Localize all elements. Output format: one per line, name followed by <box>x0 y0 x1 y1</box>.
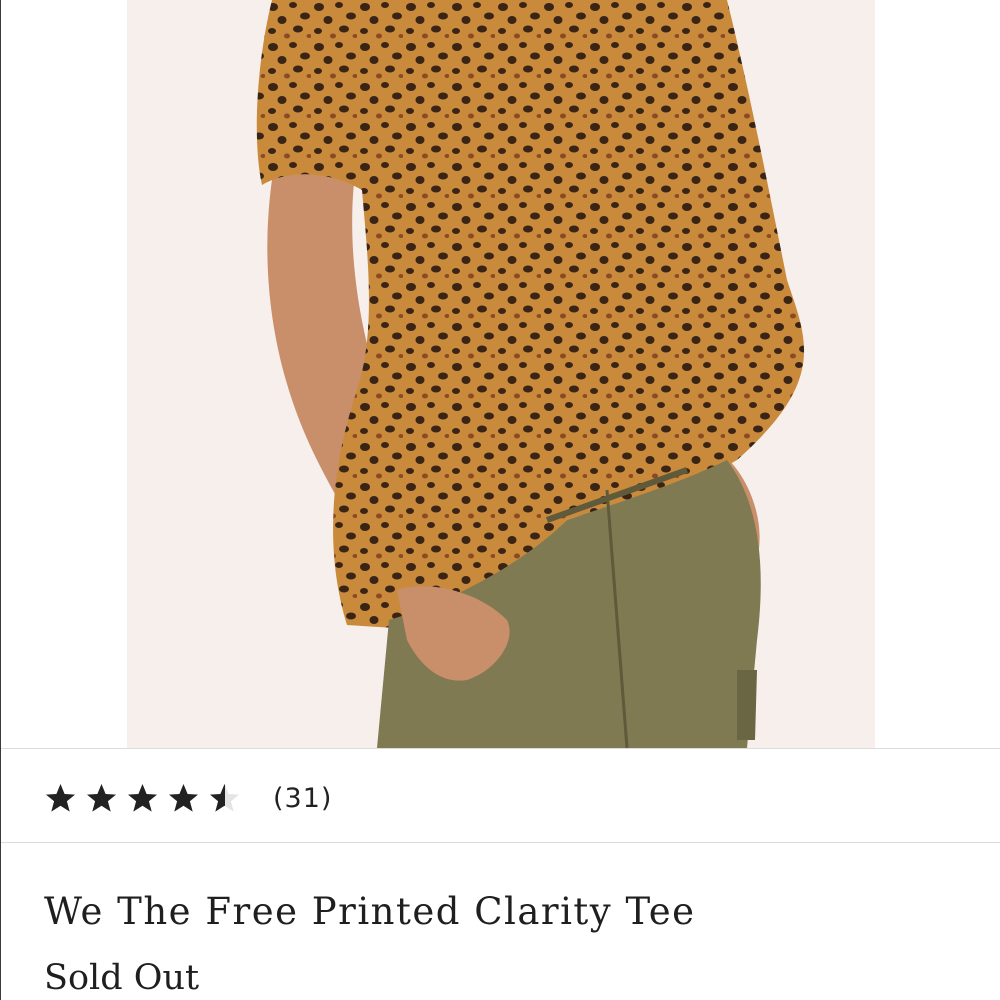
star-icon <box>208 782 241 815</box>
product-image-area <box>1 0 1000 748</box>
product-title: We The Free Printed Clarity Tee <box>44 890 696 933</box>
availability-status: Sold Out <box>44 958 200 998</box>
star-icon <box>85 782 118 815</box>
divider-top <box>1 748 1000 749</box>
divider-bottom <box>1 842 1000 843</box>
product-photo[interactable] <box>127 0 875 748</box>
product-photo-illustration <box>127 0 875 748</box>
star-icon <box>44 782 77 815</box>
review-count[interactable]: (31) <box>273 783 332 814</box>
star-icon <box>167 782 200 815</box>
product-page: (31) We The Free Printed Clarity Tee Sol… <box>0 0 1000 1000</box>
star-icon <box>126 782 159 815</box>
star-rating <box>44 782 241 815</box>
rating-summary[interactable]: (31) <box>44 776 332 820</box>
